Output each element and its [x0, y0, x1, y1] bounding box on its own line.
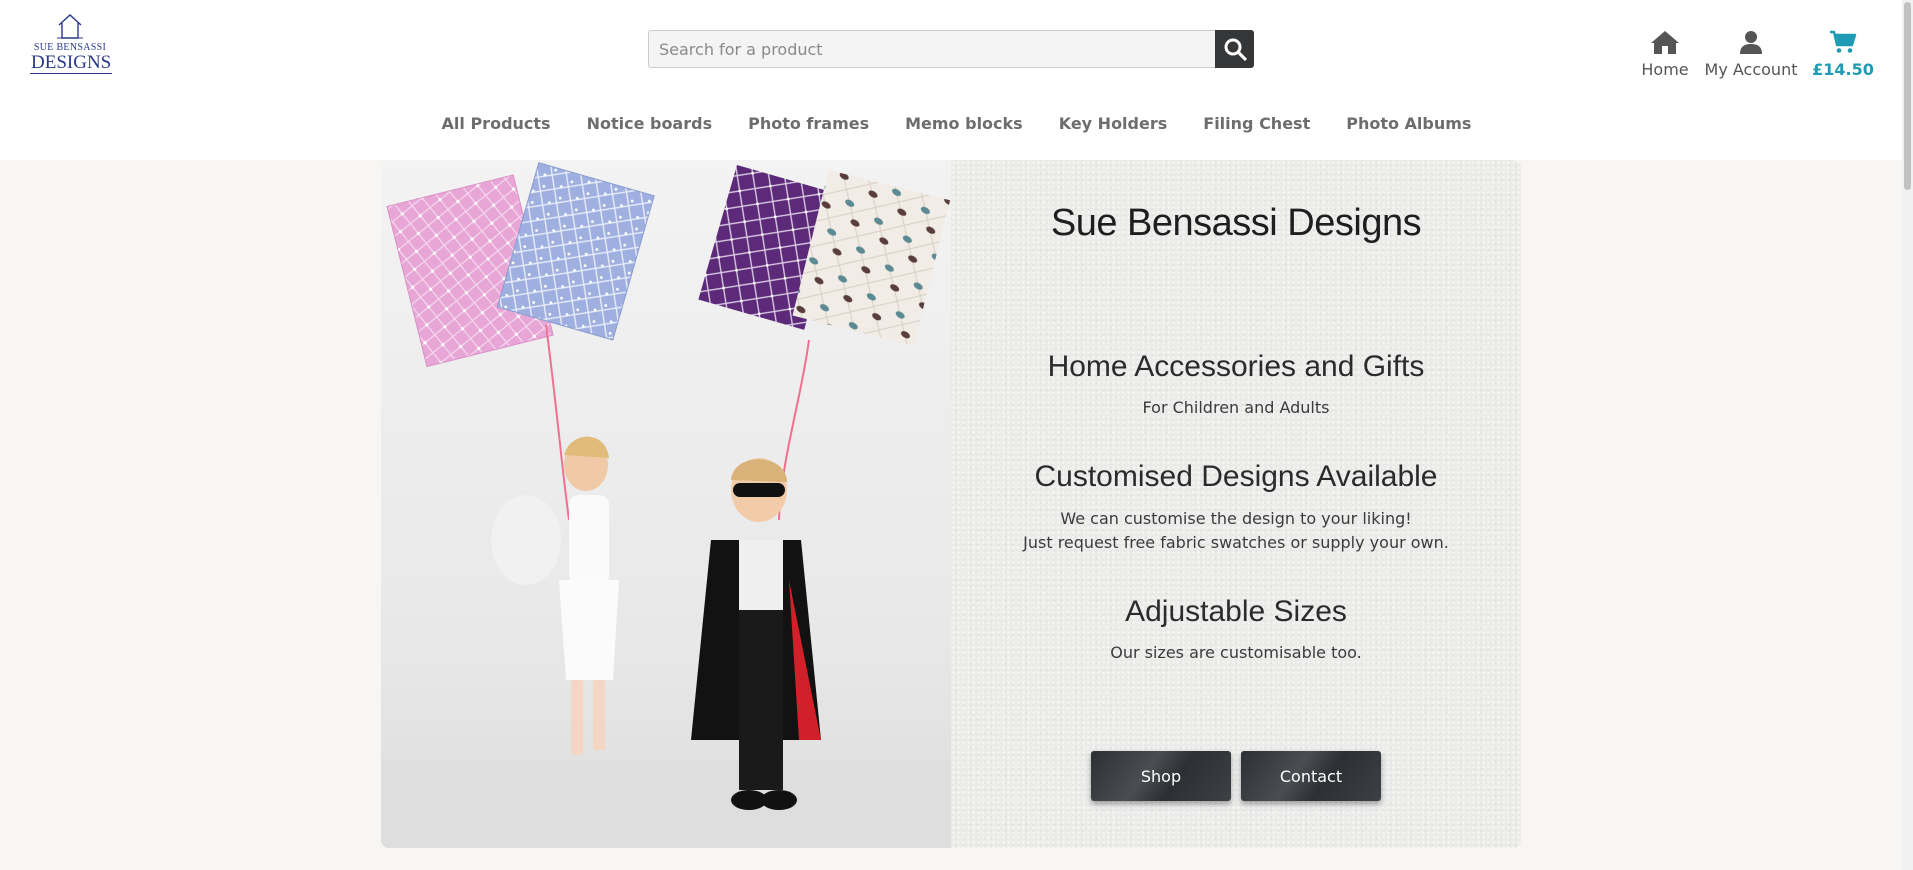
- section-text-accessories: For Children and Adults: [1142, 398, 1330, 417]
- boy-figure: [691, 458, 821, 810]
- search-bar: [648, 30, 1254, 68]
- site-logo[interactable]: SUE BENSASSI DESIGNS: [30, 12, 113, 84]
- category-notice-boards[interactable]: Notice boards: [569, 114, 731, 138]
- home-icon: [1651, 31, 1679, 54]
- house-logo-icon: [57, 14, 83, 39]
- hero-text-panel: Sue Bensassi Designs Home Accessories an…: [951, 160, 1521, 848]
- section-text-customised-1: We can customise the design to your liki…: [1060, 509, 1412, 528]
- search-icon: [1224, 38, 1247, 61]
- cart-total: £14.50: [1812, 60, 1874, 79]
- contact-button[interactable]: Contact: [1241, 751, 1381, 801]
- category-all-products[interactable]: All Products: [424, 114, 569, 138]
- blue-memo-board: [496, 162, 655, 341]
- girl-figure: [491, 436, 619, 755]
- hero-title: Sue Bensassi Designs: [1050, 202, 1422, 244]
- nav-my-account[interactable]: My Account: [1700, 30, 1802, 86]
- hero-illustration: [381, 162, 951, 848]
- category-memo-blocks[interactable]: Memo blocks: [887, 114, 1041, 138]
- category-filing-chest[interactable]: Filing Chest: [1185, 114, 1328, 138]
- logo-text-bottom: DESIGNS: [30, 52, 113, 74]
- category-photo-frames[interactable]: Photo frames: [730, 114, 887, 138]
- nav-home[interactable]: Home: [1638, 30, 1692, 86]
- nav-cart[interactable]: £14.50: [1812, 30, 1874, 86]
- category-photo-albums[interactable]: Photo Albums: [1328, 114, 1489, 138]
- nav-account-label: My Account: [1704, 60, 1798, 79]
- section-text-customised-2: Just request free fabric swatches or sup…: [1023, 533, 1449, 552]
- user-icon: [1740, 31, 1762, 54]
- search-button[interactable]: [1215, 30, 1254, 68]
- hero-banner: Sue Bensassi Designs Home Accessories an…: [381, 160, 1521, 848]
- section-heading-customised: Customised Designs Available: [1034, 460, 1438, 493]
- hero-photo: [381, 160, 951, 848]
- category-nav: All Products Notice boards Photo frames …: [0, 114, 1913, 138]
- search-input[interactable]: [648, 30, 1216, 68]
- section-text-sizes: Our sizes are customisable too.: [1110, 643, 1362, 662]
- cart-icon: [1830, 30, 1857, 53]
- scrollbar-thumb[interactable]: [1904, 2, 1911, 190]
- section-heading-sizes: Adjustable Sizes: [1125, 595, 1347, 628]
- page-scrollbar[interactable]: [1902, 0, 1913, 870]
- section-heading-accessories: Home Accessories and Gifts: [1047, 350, 1425, 383]
- site-header: SUE BENSASSI DESIGNS Home My Account: [0, 0, 1913, 160]
- category-key-holders[interactable]: Key Holders: [1041, 114, 1186, 138]
- shop-button[interactable]: Shop: [1091, 751, 1231, 801]
- nav-home-label: Home: [1641, 60, 1689, 79]
